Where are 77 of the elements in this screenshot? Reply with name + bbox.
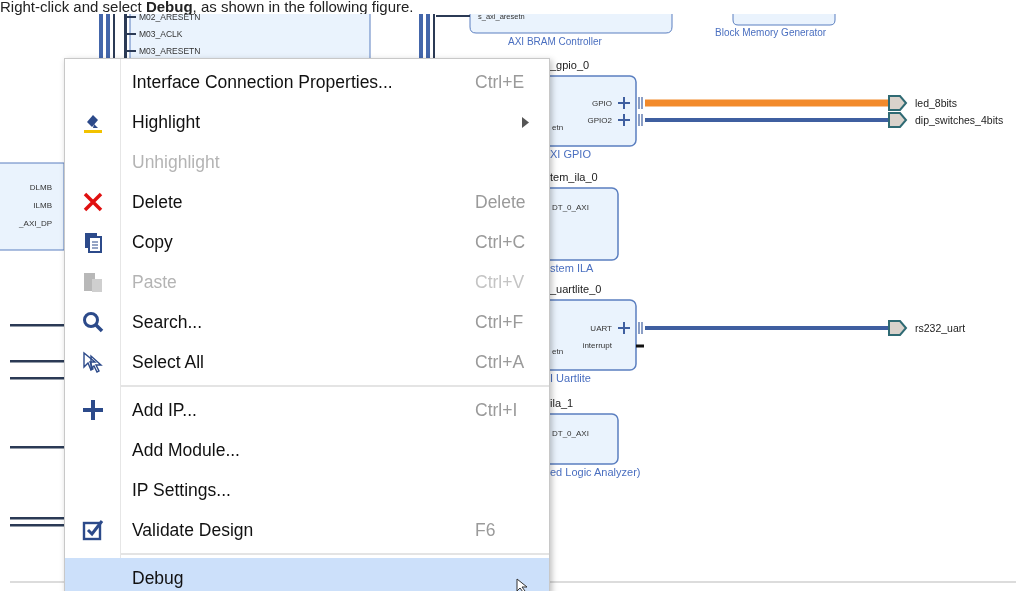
block-type-label: XI GPIO bbox=[550, 148, 591, 160]
plus-icon bbox=[617, 113, 631, 127]
port-label: ILMB bbox=[33, 201, 52, 210]
port-label: etn bbox=[552, 347, 564, 356]
wire bbox=[10, 446, 64, 449]
wire bbox=[127, 33, 136, 35]
copy-icon bbox=[82, 231, 104, 253]
wire bbox=[10, 360, 64, 363]
menu-item[interactable]: Add Module... bbox=[65, 430, 549, 470]
menu-shortcut: Ctrl+V bbox=[475, 271, 526, 293]
menu-shortcut: Ctrl+F bbox=[475, 311, 525, 333]
mouse-pointer-icon bbox=[516, 578, 528, 591]
external-port-label: led_8bits bbox=[915, 97, 958, 109]
menu-shortcut: Ctrl+I bbox=[475, 399, 519, 421]
block-type-label: I Uartlite bbox=[550, 372, 591, 384]
bus-bars bbox=[419, 14, 435, 60]
menu-shortcut: Ctrl+E bbox=[475, 71, 526, 93]
port-label: M03_ARESETN bbox=[139, 46, 201, 56]
port-label: _AXI_DP bbox=[19, 219, 52, 228]
block-type-label: ed Logic Analyzer) bbox=[550, 466, 641, 478]
bus-connector-icon bbox=[638, 96, 643, 110]
external-port-label: dip_switches_4bits bbox=[915, 114, 1004, 126]
block-title: _gpio_0 bbox=[550, 59, 590, 71]
plus-icon bbox=[617, 96, 631, 110]
delete-icon bbox=[82, 191, 104, 213]
block-type-label: Block Memory Generator bbox=[715, 27, 827, 38]
bus-connector-icon bbox=[638, 321, 643, 335]
port-label: M03_ACLK bbox=[139, 29, 183, 39]
port-label: GPIO2 bbox=[587, 116, 612, 125]
external-port-icon bbox=[888, 95, 908, 111]
block-title: _uartlite_0 bbox=[550, 283, 602, 295]
menu-item[interactable]: Delete Delete bbox=[65, 182, 549, 222]
menu-shortcut: Ctrl+A bbox=[475, 351, 526, 373]
menu-item[interactable]: Add IP... Ctrl+I bbox=[65, 390, 549, 430]
wire bbox=[636, 344, 644, 348]
port-label: M02_ARESETN bbox=[139, 14, 201, 22]
menu-item[interactable]: Copy Ctrl+C bbox=[65, 222, 549, 262]
wire bbox=[10, 377, 64, 380]
bus-bars bbox=[99, 14, 127, 60]
port-label: UART bbox=[590, 324, 612, 333]
port-label: DLMB bbox=[29, 183, 52, 192]
menu-item[interactable]: Highlight bbox=[65, 102, 549, 142]
menu-item[interactable]: IP Settings... bbox=[65, 470, 549, 510]
menu-item[interactable]: Debug bbox=[65, 558, 549, 591]
wire bbox=[436, 15, 470, 17]
port-label: GPIO bbox=[592, 99, 612, 108]
paste-icon bbox=[82, 271, 104, 293]
menu-shortcut: F6 bbox=[475, 519, 497, 541]
menu-item[interactable]: Select All Ctrl+A bbox=[65, 342, 549, 382]
cursors-icon bbox=[82, 351, 104, 373]
port-label: interrupt bbox=[582, 341, 612, 350]
menu-shortcut: Ctrl+C bbox=[475, 231, 527, 253]
plus-icon bbox=[617, 321, 631, 335]
checkbox-icon bbox=[82, 519, 104, 541]
wire bbox=[10, 524, 64, 527]
bus-connector-icon bbox=[638, 113, 643, 127]
wire bbox=[127, 50, 136, 52]
menu-item[interactable]: Search... Ctrl+F bbox=[65, 302, 549, 342]
port-label: DT_0_AXI bbox=[552, 203, 589, 212]
menu-item[interactable]: Interface Connection Properties... Ctrl+E bbox=[65, 62, 549, 102]
external-port-icon bbox=[888, 112, 908, 128]
block-title: ila_1 bbox=[550, 397, 574, 409]
port-label: DT_0_AXI bbox=[552, 429, 589, 438]
plus-icon bbox=[82, 399, 104, 421]
port-label: etn bbox=[552, 123, 564, 132]
external-port-icon bbox=[888, 320, 908, 336]
menu-shortcut: Delete bbox=[475, 191, 527, 213]
menu-item[interactable]: Validate Design F6 bbox=[65, 510, 549, 550]
block-title: tem_ila_0 bbox=[550, 171, 598, 183]
wire bbox=[10, 517, 64, 520]
search-icon bbox=[82, 311, 104, 333]
wire bbox=[127, 16, 136, 18]
external-port-label: rs232_uart bbox=[915, 322, 966, 334]
instruction-text: Right-click and select Debug, as shown in the following figure. bbox=[0, 0, 415, 14]
block-type-label: AXI BRAM Controller bbox=[508, 36, 602, 47]
wire bbox=[10, 324, 64, 327]
block-type-label: stem ILA bbox=[550, 262, 594, 274]
